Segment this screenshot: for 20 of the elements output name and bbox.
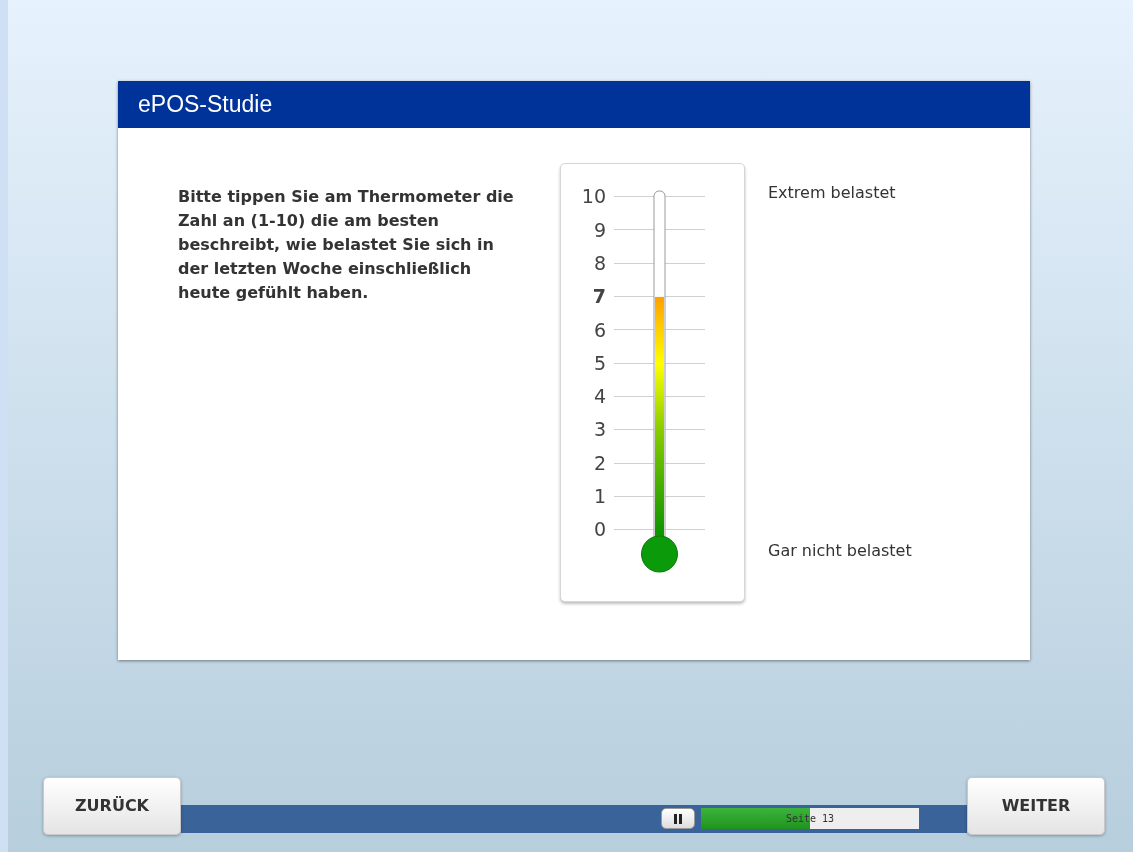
pause-button[interactable]	[661, 808, 695, 829]
scale-number[interactable]: 3	[561, 415, 606, 444]
scale-number[interactable]: 2	[561, 448, 606, 478]
thermometer-bulb	[641, 535, 678, 573]
scale-number[interactable]: 1	[561, 482, 606, 511]
back-button[interactable]: ZURÜCK	[43, 777, 181, 835]
scale-number[interactable]: 8	[561, 249, 606, 278]
card-title: ePOS-Studie	[138, 90, 273, 120]
pause-icon	[674, 813, 682, 824]
scale-number[interactable]: 9	[561, 215, 606, 245]
scale-number[interactable]: 4	[561, 382, 606, 411]
scale-number[interactable]: 6	[561, 315, 606, 345]
next-button[interactable]: WEITER	[967, 777, 1105, 835]
scale-number[interactable]: 0	[561, 515, 606, 544]
scale-number[interactable]: 10	[561, 182, 606, 211]
instruction-text: Bitte tippen Sie am Thermometer die Zahl an (1-10) die am besten beschreibt, wie belastet Sie sich in der letzten Woche einschließlich heute gefühlt haben.	[178, 186, 515, 304]
top-scale-label: Extrem belastet	[768, 182, 897, 204]
scale-number[interactable]: 7	[561, 282, 606, 311]
bottom-scale-label: Gar nicht belastet	[768, 540, 912, 562]
scale-number[interactable]: 5	[561, 348, 606, 378]
